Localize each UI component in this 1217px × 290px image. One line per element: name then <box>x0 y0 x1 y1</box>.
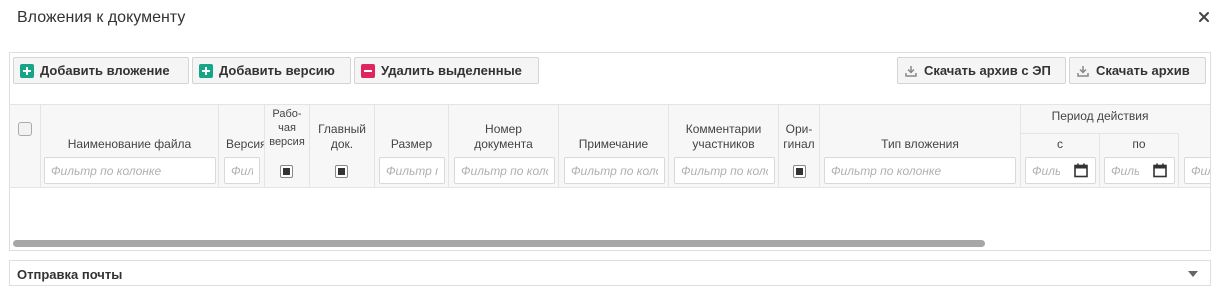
column-period-to-label: по <box>1132 137 1146 151</box>
size-filter-input[interactable] <box>379 157 445 184</box>
version-filter-field[interactable] <box>225 158 259 183</box>
note-filter-input[interactable] <box>564 157 665 184</box>
attachment-type-filter-input[interactable] <box>824 157 1016 184</box>
comments-filter-input[interactable] <box>674 157 775 184</box>
period-to-filter-input[interactable] <box>1104 157 1175 184</box>
mail-section-title: Отправка почты <box>17 267 123 282</box>
column-next[interactable] <box>1179 105 1210 189</box>
download-archive-ep-button[interactable]: Скачать архив с ЭП <box>897 57 1066 84</box>
attachments-panel: Добавить вложение Добавить версию Удалит… <box>9 52 1211 251</box>
doc-number-filter-field[interactable] <box>455 158 554 183</box>
column-original-label-2: гинал <box>783 137 815 151</box>
download-archive-ep-label: Скачать архив с ЭП <box>924 63 1051 78</box>
select-column <box>10 105 41 189</box>
column-version-label: Версия <box>226 137 265 151</box>
original-filter-checkbox[interactable] <box>793 165 806 178</box>
main-doc-filter-checkbox[interactable] <box>335 165 348 178</box>
period-from-filter-input[interactable] <box>1025 157 1096 184</box>
comments-filter-field[interactable] <box>675 158 774 183</box>
attachment-type-filter-field[interactable] <box>825 158 1015 183</box>
filename-filter-field[interactable] <box>45 158 215 183</box>
column-version[interactable]: Версия <box>219 105 265 189</box>
note-filter-field[interactable] <box>565 158 664 183</box>
filename-filter-input[interactable] <box>44 157 216 184</box>
add-version-button[interactable]: Добавить версию <box>192 57 351 84</box>
horizontal-scrollbar[interactable] <box>10 239 1210 247</box>
column-size[interactable]: Размер <box>375 105 449 189</box>
column-note[interactable]: Примечание <box>559 105 669 189</box>
add-attachment-button[interactable]: Добавить вложение <box>13 57 189 84</box>
download-archive-button[interactable]: Скачать архив <box>1069 57 1206 84</box>
column-working-version-label-3: версия <box>269 136 305 148</box>
column-filename-label: Наименование файла <box>67 137 192 151</box>
grid-body <box>10 188 1210 243</box>
select-all-checkbox[interactable] <box>18 122 32 136</box>
column-original-label-1: Ори- <box>785 122 813 136</box>
column-size-label: Размер <box>390 137 433 151</box>
column-attachment-type[interactable]: Тип вложения <box>820 105 1021 189</box>
delete-selected-button[interactable]: Удалить выделенные <box>354 57 539 84</box>
version-filter-input[interactable] <box>224 157 260 184</box>
column-comments-label-1: Комментарии <box>685 122 762 136</box>
column-period-from[interactable]: с <box>1021 133 1100 189</box>
next-filter-field[interactable] <box>1185 158 1210 183</box>
minus-icon <box>361 63 375 78</box>
mail-section[interactable]: Отправка почты <box>9 260 1211 286</box>
column-period-label: Период действия <box>1051 109 1149 123</box>
working-version-filter-checkbox[interactable] <box>280 165 293 178</box>
close-icon[interactable] <box>1196 9 1212 25</box>
size-filter-field[interactable] <box>380 158 444 183</box>
column-comments[interactable]: Комментарии участников <box>669 105 779 189</box>
column-main-doc[interactable]: Главный док. <box>310 105 375 189</box>
column-note-label: Примечание <box>578 137 649 151</box>
column-doc-number-label-1: Номер <box>485 122 522 136</box>
scrollbar-thumb[interactable] <box>13 240 985 247</box>
column-working-version-label-1: Рабо- <box>272 108 302 120</box>
column-original[interactable]: Ори- гинал <box>779 105 820 189</box>
column-main-doc-label-2: док. <box>330 137 354 151</box>
column-main-doc-label-1: Главный <box>318 122 366 136</box>
attachments-grid-header: Наименование файла Версия Рабо- чая верс… <box>10 104 1210 189</box>
period-from-filter-field[interactable] <box>1026 158 1066 183</box>
column-doc-number[interactable]: Номер документа <box>449 105 559 189</box>
column-filename[interactable]: Наименование файла <box>41 105 219 189</box>
dialog-title: Вложения к документу <box>17 9 186 26</box>
add-attachment-label: Добавить вложение <box>40 63 170 78</box>
download-icon <box>1076 64 1090 78</box>
plus-icon <box>199 63 213 78</box>
add-version-label: Добавить версию <box>219 63 335 78</box>
download-archive-label: Скачать архив <box>1096 63 1190 78</box>
column-working-version-label-2: чая <box>278 122 296 134</box>
column-attachment-type-label: Тип вложения <box>881 137 959 151</box>
column-comments-label-2: участников <box>692 137 755 151</box>
doc-number-filter-input[interactable] <box>454 157 555 184</box>
chevron-down-icon[interactable] <box>1188 271 1198 277</box>
period-to-filter-field[interactable] <box>1105 158 1145 183</box>
plus-icon <box>20 63 34 78</box>
column-doc-number-label-2: документа <box>474 137 533 151</box>
column-period-from-label: с <box>1057 137 1063 151</box>
column-working-version[interactable]: Рабо- чая версия <box>265 105 310 189</box>
delete-selected-label: Удалить выделенные <box>381 63 522 78</box>
column-period-to[interactable]: по <box>1100 133 1179 189</box>
calendar-icon[interactable] <box>1074 163 1088 178</box>
calendar-icon[interactable] <box>1153 163 1167 178</box>
next-filter-input[interactable] <box>1184 157 1210 184</box>
download-icon <box>904 64 918 78</box>
dialog-header: Вложения к документу <box>0 0 1217 40</box>
